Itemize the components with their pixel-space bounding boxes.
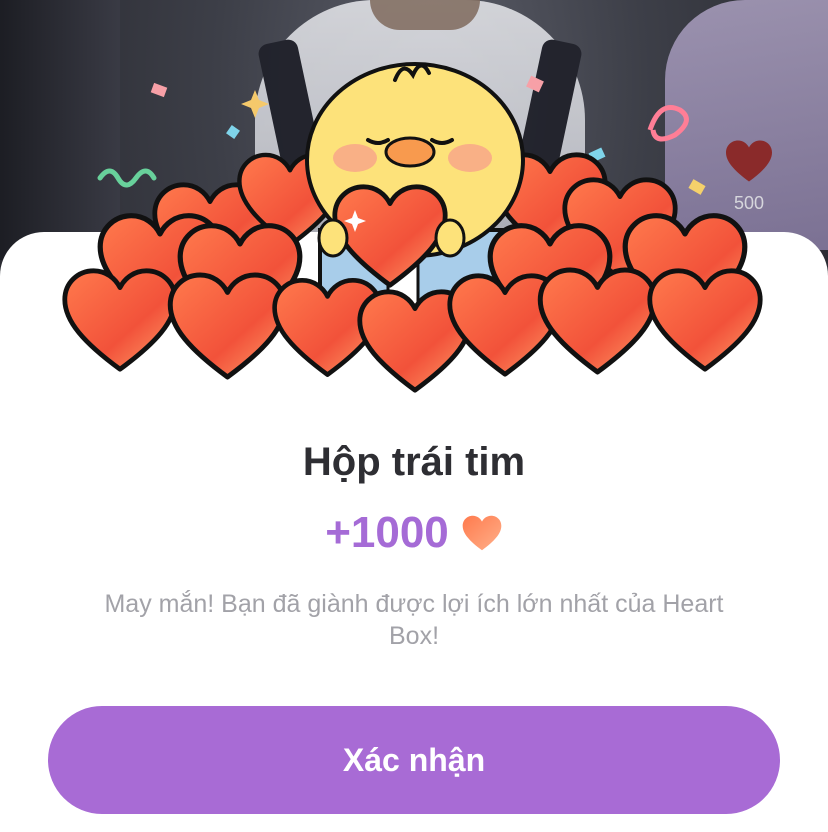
reward-amount: +1000 <box>325 508 449 557</box>
heart-icon <box>462 515 502 551</box>
confirm-button[interactable]: Xác nhận <box>48 706 780 814</box>
reward-row: +1000 <box>0 508 828 558</box>
heart-box-illustration <box>0 62 828 410</box>
popup-description: May mắn! Bạn đã giành được lợi ích lớn n… <box>104 590 724 650</box>
popup-title: Hộp trái tim <box>302 440 526 484</box>
